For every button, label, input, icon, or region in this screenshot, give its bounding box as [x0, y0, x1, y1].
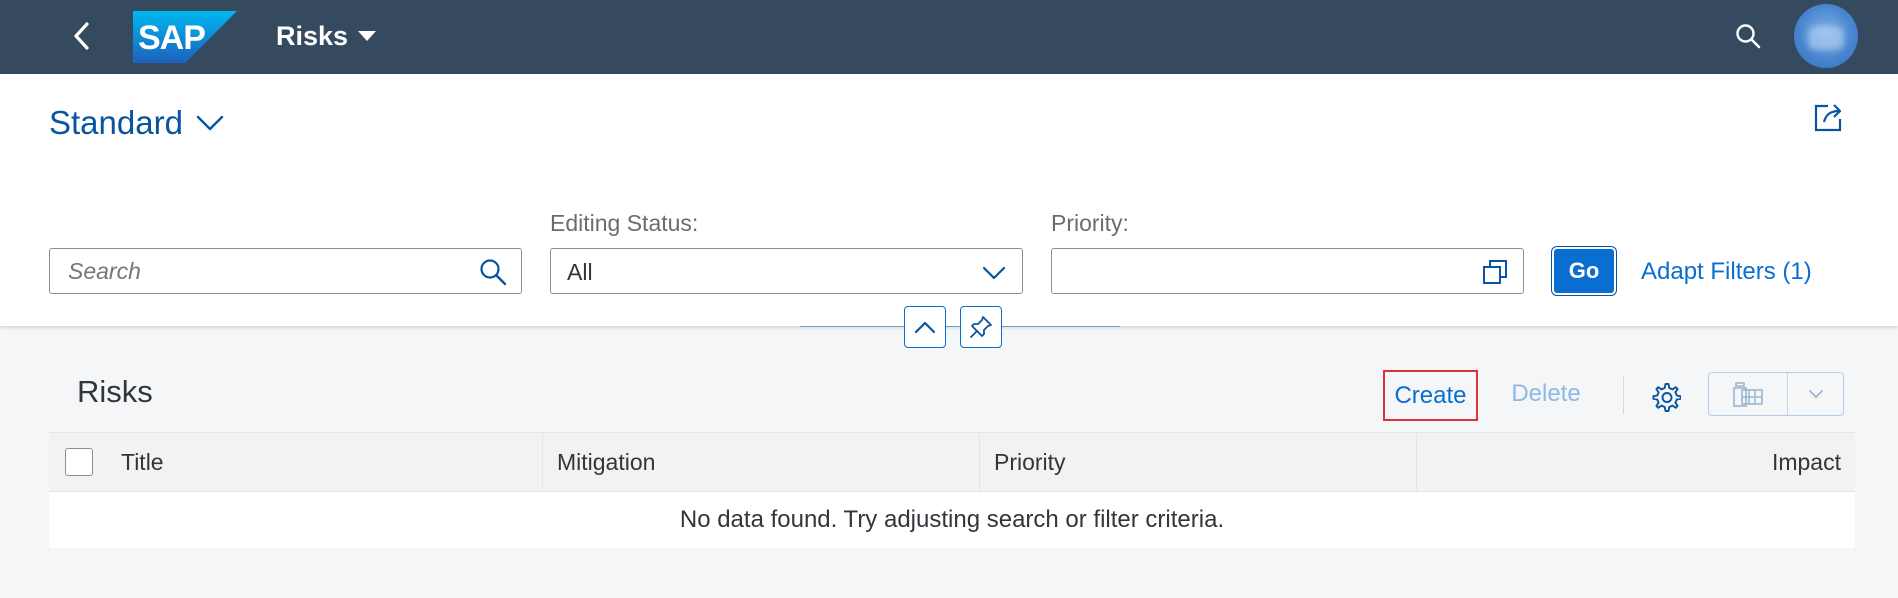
value-help-icon[interactable]	[1481, 258, 1509, 286]
column-header-impact[interactable]: Impact	[1417, 433, 1855, 491]
pin-header-button[interactable]	[960, 306, 1002, 348]
collapse-icon	[914, 321, 936, 334]
variant-name: Standard	[49, 104, 183, 141]
chevron-down-icon	[1808, 390, 1823, 398]
shell-search-button[interactable]	[1728, 16, 1768, 56]
table-settings-button[interactable]	[1646, 377, 1686, 417]
export-menu-button[interactable]	[1708, 372, 1844, 416]
svg-text:SAP: SAP	[138, 19, 205, 57]
chevron-down-icon	[982, 266, 1006, 280]
sap-logo[interactable]: SAP	[133, 11, 237, 63]
share-icon[interactable]	[1810, 100, 1846, 136]
select-all-checkbox[interactable]	[65, 448, 93, 476]
app-title: Risks	[276, 20, 349, 51]
back-button[interactable]	[60, 14, 104, 58]
caret-down-icon	[358, 31, 377, 41]
back-icon	[74, 22, 89, 50]
search-icon	[1736, 24, 1761, 49]
user-avatar[interactable]	[1794, 4, 1858, 68]
collapse-header-button[interactable]	[904, 306, 946, 348]
pin-icon	[970, 316, 992, 338]
column-header-title[interactable]: Title	[109, 433, 543, 491]
column-header-priority[interactable]: Priority	[980, 433, 1417, 491]
search-input[interactable]	[68, 249, 458, 293]
filter-header: Standard Editing Status: All Priority: G…	[0, 74, 1898, 326]
export-button[interactable]	[1709, 373, 1788, 415]
risks-table: Title Mitigation Priority Impact No data…	[49, 432, 1855, 548]
search-field[interactable]	[49, 248, 522, 294]
search-icon[interactable]	[479, 258, 507, 286]
editing-status-value: All	[567, 259, 593, 285]
chevron-down-icon	[196, 115, 224, 131]
gear-icon	[1652, 383, 1681, 412]
export-icon	[1733, 382, 1763, 407]
select-all-cell	[49, 433, 109, 491]
delete-button[interactable]: Delete	[1500, 372, 1592, 416]
variant-selector[interactable]: Standard	[49, 104, 225, 142]
adapt-filters-button[interactable]: Adapt Filters (1)	[1641, 258, 1812, 286]
app-title-menu[interactable]: Risks	[276, 20, 377, 52]
go-button[interactable]: Go	[1554, 249, 1614, 293]
no-data-message: No data found. Try adjusting search or f…	[49, 492, 1855, 548]
priority-input[interactable]	[1051, 248, 1524, 294]
toolbar-separator	[1623, 376, 1624, 414]
editing-status-label: Editing Status:	[550, 210, 699, 236]
table-header-row: Title Mitigation Priority Impact	[49, 432, 1855, 492]
column-header-mitigation[interactable]: Mitigation	[543, 433, 980, 491]
priority-label: Priority:	[1051, 210, 1129, 236]
table-title: Risks	[77, 374, 153, 409]
shell-bar: SAP Risks	[0, 0, 1898, 74]
editing-status-select[interactable]: All	[550, 248, 1023, 294]
create-button[interactable]: Create	[1383, 370, 1478, 421]
export-dropdown-button[interactable]	[1788, 373, 1843, 415]
